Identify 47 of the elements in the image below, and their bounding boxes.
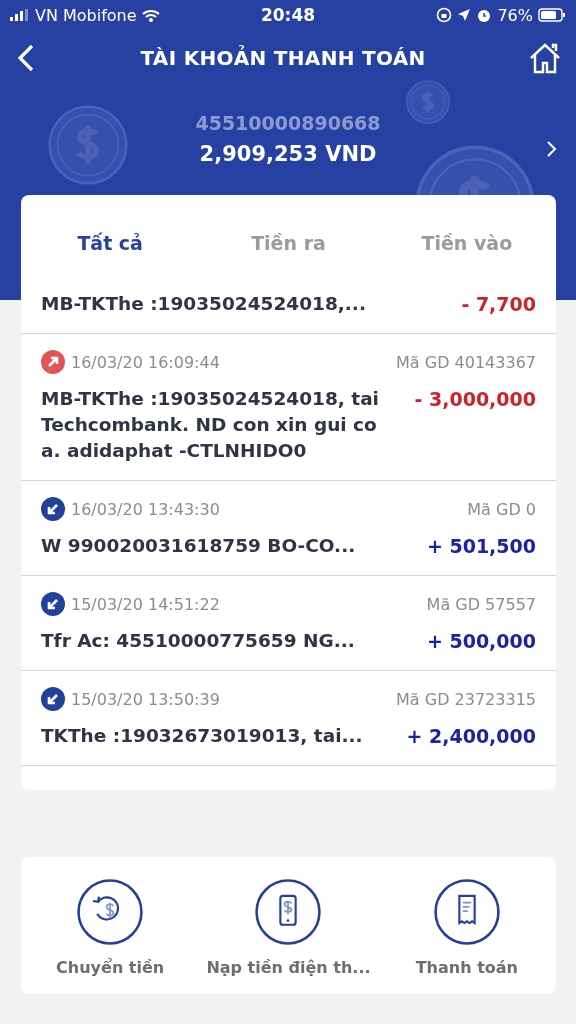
transaction-description: MB-TKThe :19035024524018, tai Techcombank. ND con xin gui co a. adidaphat -CTLNHIDO0 bbox=[41, 387, 380, 463]
action-button[interactable]: Nạp tiền điện th... bbox=[199, 877, 378, 978]
filter-tab[interactable]: Tiền ra bbox=[199, 224, 378, 262]
location-arrow-icon bbox=[457, 8, 472, 22]
arrow-down-left-icon bbox=[41, 592, 65, 616]
action-button[interactable]: Chuyển tiền bbox=[21, 877, 200, 978]
clock: 20:48 bbox=[260, 5, 316, 25]
arrow-down-left-icon bbox=[41, 687, 65, 711]
transaction-date: 16/03/20 16:09:44 bbox=[71, 352, 221, 372]
transaction-description: Tfr Ac: 45510000775659 NG... bbox=[41, 629, 356, 653]
transaction-date: 15/03/20 13:50:39 bbox=[71, 689, 221, 709]
transaction-amount: + 2,400,000 bbox=[406, 724, 536, 749]
receipt-icon bbox=[432, 878, 501, 946]
circular-arrow-dollar-icon bbox=[76, 878, 145, 946]
transaction-code: Mã GD 23723315 bbox=[396, 689, 536, 709]
coin-icon bbox=[48, 105, 128, 185]
transaction-date: 15/03/20 14:51:22 bbox=[71, 594, 221, 614]
transaction-code: Mã GD 40143367 bbox=[396, 352, 536, 372]
transaction-description: TKThe :19032673019013, tai... bbox=[41, 724, 364, 748]
transaction-code: Mã GD 57557 bbox=[426, 594, 536, 614]
transaction-amount: + 500,000 bbox=[426, 629, 536, 654]
phone-dollar-icon bbox=[254, 878, 323, 946]
filter-tab[interactable]: Tất cả bbox=[21, 224, 200, 262]
signal-icon bbox=[10, 9, 30, 21]
transaction-description: W 990020031618759 BO-CO... bbox=[41, 534, 357, 558]
arrow-up-right-icon bbox=[41, 350, 65, 374]
account-balance: 2,909,253 VND bbox=[199, 142, 377, 166]
transaction-description: MB-TKThe :19035024524018,... bbox=[41, 292, 367, 316]
rotation-lock-icon bbox=[436, 7, 453, 23]
battery-percentage: 76% bbox=[497, 5, 533, 25]
battery-icon bbox=[538, 8, 566, 22]
transaction-code: Mã GD 0 bbox=[467, 499, 536, 519]
arrow-down-left-icon bbox=[41, 497, 65, 521]
transaction-amount: + 501,500 bbox=[426, 534, 536, 559]
wifi-icon bbox=[141, 8, 160, 22]
carrier-name: VN Mobifone bbox=[35, 5, 137, 25]
coin-icon bbox=[406, 80, 450, 124]
screen-title: TÀI KHOẢN THANH TOÁN bbox=[139, 46, 427, 70]
home-icon[interactable] bbox=[528, 42, 562, 74]
transaction-amount: - 7,700 bbox=[461, 292, 536, 317]
alarm-clock-icon bbox=[476, 7, 493, 23]
transaction-amount: - 3,000,000 bbox=[414, 387, 536, 412]
filter-tab[interactable]: Tiền vào bbox=[377, 224, 556, 262]
chevron-right-icon[interactable] bbox=[546, 140, 558, 158]
action-button[interactable]: Thanh toán bbox=[377, 877, 556, 978]
transaction-date: 16/03/20 13:43:30 bbox=[71, 499, 221, 519]
account-number: 45510000890668 bbox=[195, 112, 381, 134]
